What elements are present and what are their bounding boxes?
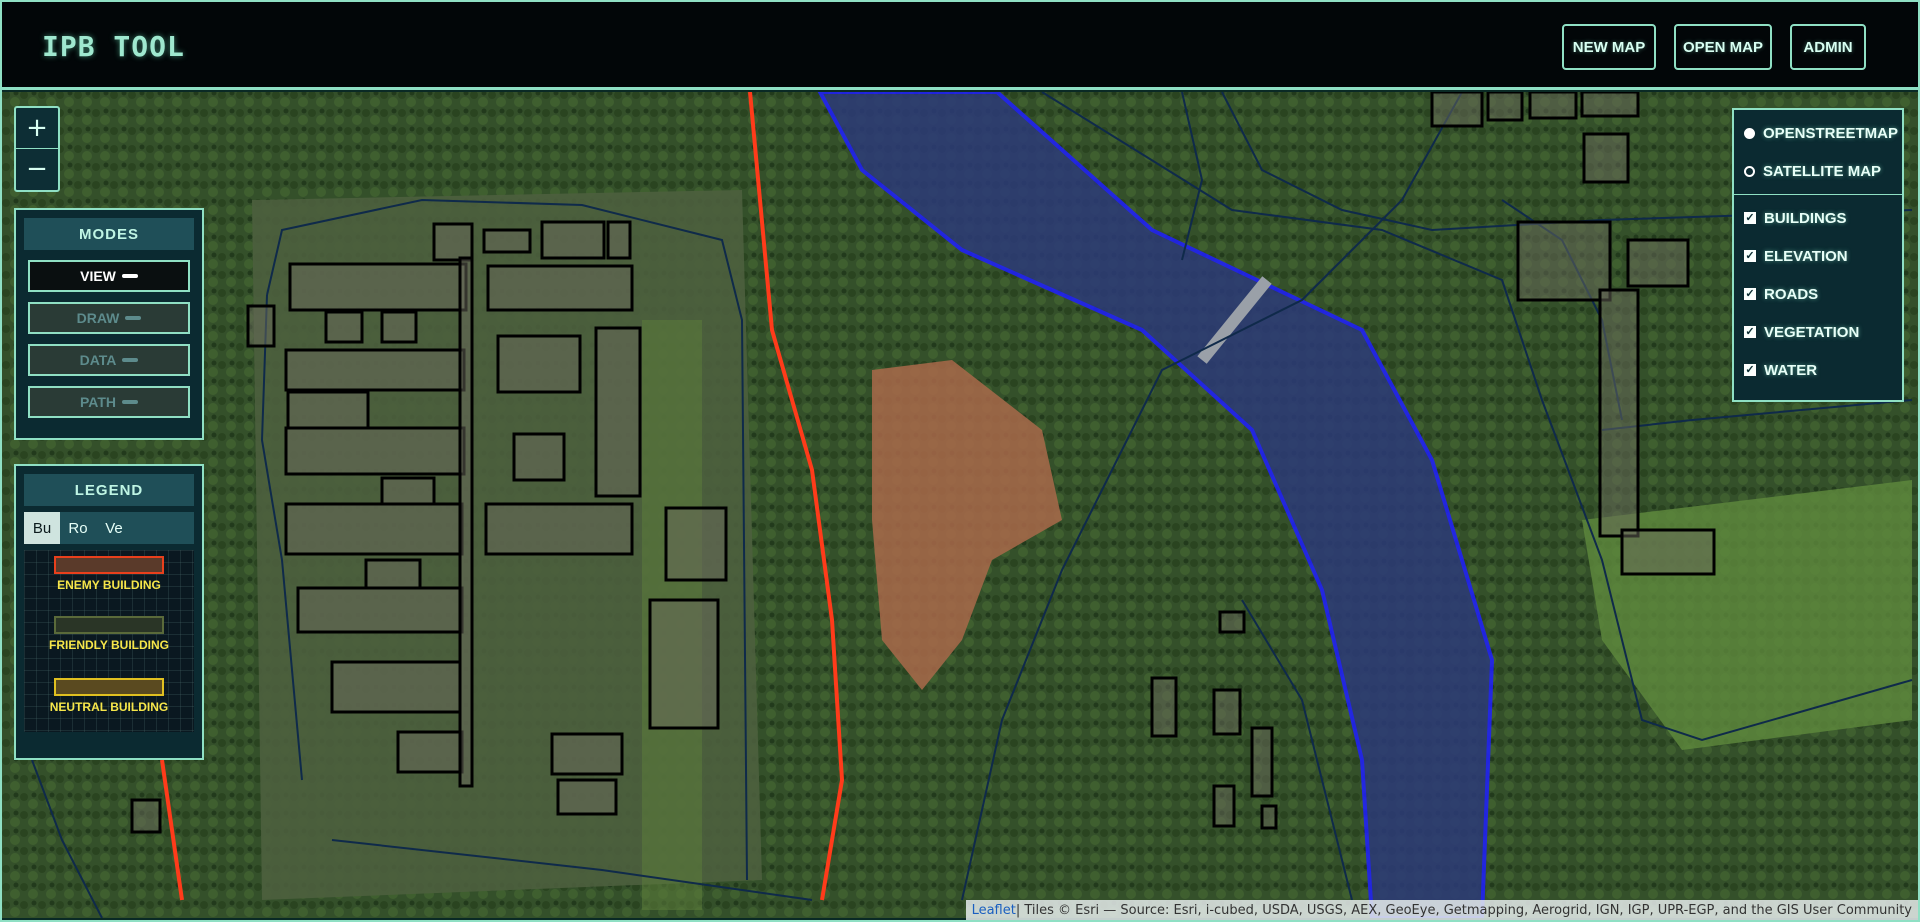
legend-tabs: Bu Ro Ve xyxy=(24,512,194,544)
dash-icon xyxy=(122,358,139,362)
mode-data-button[interactable]: DATA xyxy=(28,344,190,376)
zoom-out-button[interactable]: − xyxy=(16,148,58,189)
zoom-control: + − xyxy=(14,106,60,192)
overlay-buildings[interactable]: ✓ BUILDINGS xyxy=(1734,199,1902,237)
layer-label: WATER xyxy=(1764,361,1818,379)
legend-panel: LEGEND Bu Ro Ve ENEMY BUILDING FRIENDLY … xyxy=(14,464,204,760)
base-layer-openstreetmap[interactable]: OPENSTREETMAP xyxy=(1734,114,1902,152)
legend-tab-buildings[interactable]: Bu xyxy=(24,512,60,544)
checkbox-checked-icon[interactable]: ✓ xyxy=(1744,212,1756,224)
radio-icon[interactable] xyxy=(1744,165,1755,177)
layer-label: ROADS xyxy=(1764,285,1819,303)
mode-view-label: VIEW xyxy=(80,268,116,284)
legend-label: FRIENDLY BUILDING xyxy=(48,638,169,652)
leaflet-link[interactable]: Leaflet xyxy=(972,903,1016,918)
enemy-building-swatch xyxy=(54,556,164,574)
layer-label: BUILDINGS xyxy=(1764,209,1847,227)
legend-items: ENEMY BUILDING FRIENDLY BUILDING NEUTRAL… xyxy=(24,550,194,732)
map-canvas[interactable] xyxy=(2,92,1918,918)
legend-title: LEGEND xyxy=(24,474,194,506)
admin-button[interactable]: ADMIN xyxy=(1790,24,1866,70)
mode-path-button[interactable]: PATH xyxy=(28,386,190,418)
new-map-button[interactable]: NEW MAP xyxy=(1562,24,1656,70)
modes-panel: MODES VIEW DRAW DATA PATH xyxy=(14,208,204,440)
overlay-roads[interactable]: ✓ ROADS xyxy=(1734,275,1902,313)
mode-data-label: DATA xyxy=(79,352,117,368)
legend-label: NEUTRAL BUILDING xyxy=(49,700,169,714)
legend-item: FRIENDLY BUILDING xyxy=(24,616,194,652)
mode-view-button[interactable]: VIEW xyxy=(28,260,190,292)
checkbox-checked-icon[interactable]: ✓ xyxy=(1744,326,1756,338)
satellite-map[interactable] xyxy=(2,92,1918,918)
radio-selected-icon[interactable] xyxy=(1744,127,1755,139)
overlay-vegetation[interactable]: ✓ VEGETATION xyxy=(1734,313,1902,351)
layer-label: VEGETATION xyxy=(1764,323,1860,341)
open-map-button[interactable]: OPEN MAP xyxy=(1674,24,1772,70)
friendly-building-swatch xyxy=(54,616,164,634)
checkbox-checked-icon[interactable]: ✓ xyxy=(1744,250,1756,262)
overlay-water[interactable]: ✓ WATER xyxy=(1734,351,1902,389)
attribution-text: | Tiles © Esri — Source: Esri, i-cubed, … xyxy=(1015,902,1912,918)
map-attribution: Leaflet | Tiles © Esri — Source: Esri, i… xyxy=(965,900,1918,920)
layer-label: ELEVATION xyxy=(1764,247,1848,265)
layers-panel: OPENSTREETMAP SATELLITE MAP ✓ BUILDINGS … xyxy=(1732,108,1904,402)
mode-path-label: PATH xyxy=(79,394,117,410)
modes-title: MODES xyxy=(24,218,194,250)
layer-label: OPENSTREETMAP xyxy=(1763,124,1899,142)
checkbox-checked-icon[interactable]: ✓ xyxy=(1744,364,1756,376)
zoom-in-button[interactable]: + xyxy=(16,108,58,148)
legend-label: ENEMY BUILDING xyxy=(57,578,161,592)
layer-label: SATELLITE MAP xyxy=(1763,162,1882,180)
divider xyxy=(1734,194,1902,195)
mode-draw-label: DRAW xyxy=(76,310,120,326)
checkbox-checked-icon[interactable]: ✓ xyxy=(1744,288,1756,300)
dash-icon xyxy=(122,400,139,404)
neutral-building-swatch xyxy=(54,678,164,696)
dash-icon xyxy=(125,316,142,320)
legend-item: NEUTRAL BUILDING xyxy=(24,678,194,714)
app-title: IPB TOOL xyxy=(42,30,185,63)
dash-icon xyxy=(121,274,138,278)
base-layer-satellite[interactable]: SATELLITE MAP xyxy=(1734,152,1902,190)
mode-draw-button[interactable]: DRAW xyxy=(28,302,190,334)
legend-tab-roads[interactable]: Ro xyxy=(60,512,96,544)
legend-tab-vegetation[interactable]: Ve xyxy=(96,512,132,544)
top-header: IPB TOOL NEW MAP OPEN MAP ADMIN xyxy=(2,2,1918,90)
legend-item: ENEMY BUILDING xyxy=(24,556,194,592)
overlay-elevation[interactable]: ✓ ELEVATION xyxy=(1734,237,1902,275)
